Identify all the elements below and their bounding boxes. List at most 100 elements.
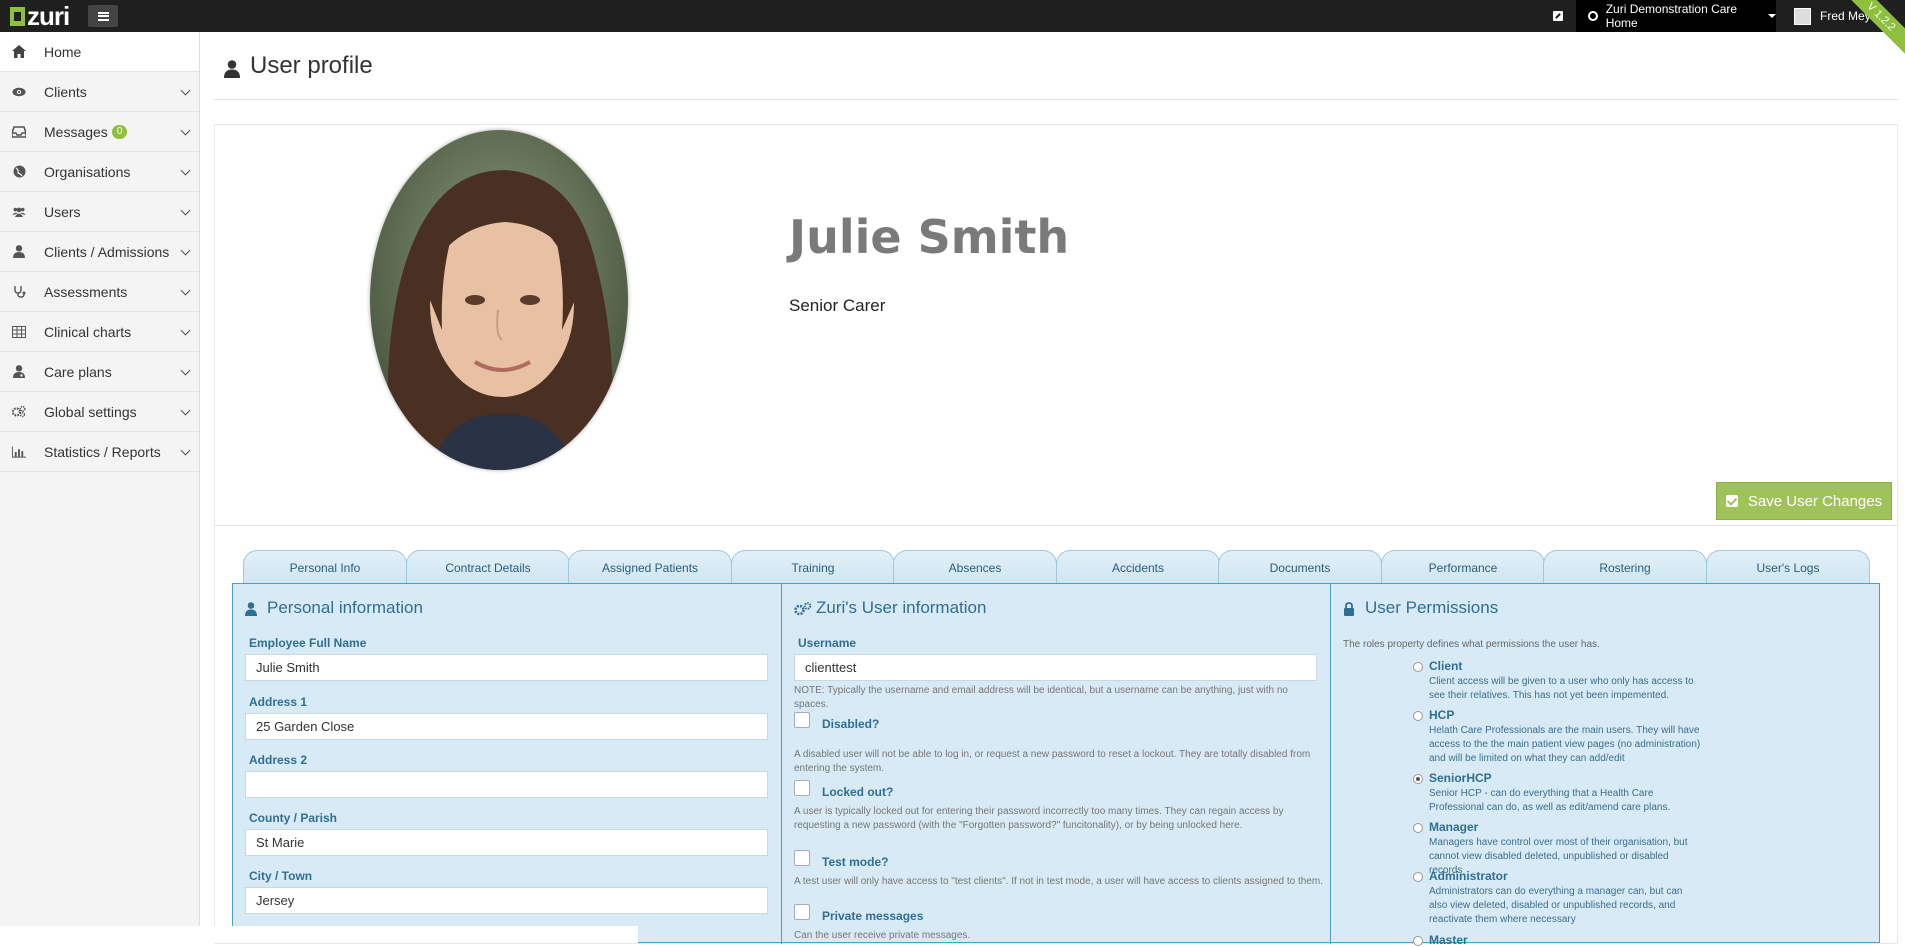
- check-square-icon: [1725, 495, 1738, 507]
- chevron-down-icon: [180, 165, 191, 176]
- role-master-radio[interactable]: [1413, 936, 1423, 946]
- private-messages-checkbox[interactable]: [794, 904, 810, 920]
- sidebar-item-assessments[interactable]: Assessments: [0, 272, 199, 312]
- sidebar-item-label: Assessments: [44, 283, 128, 300]
- table-icon: [12, 325, 26, 339]
- sidebar-item-label: Users: [44, 203, 81, 220]
- address-2-label: Address 2: [249, 753, 308, 767]
- role-seniorhcp-radio[interactable]: [1413, 774, 1423, 784]
- edit-icon[interactable]: [1553, 11, 1563, 21]
- role-client-radio[interactable]: [1413, 662, 1423, 672]
- sidebar-item-clients-admissions[interactable]: Clients / Admissions: [0, 232, 199, 272]
- test-mode-note: A test user will only have access to "te…: [794, 876, 1324, 887]
- chevron-down-icon: [180, 325, 191, 336]
- caret-down-icon: [1768, 14, 1776, 18]
- user-permissions-panel: User Permissions The roles property defi…: [1331, 584, 1880, 947]
- sidebar: Home Clients Messages 0 Organisations Us…: [0, 32, 200, 943]
- role-client-desc: Client access will be given to a user wh…: [1429, 676, 1694, 701]
- profile-photo-image: [370, 130, 628, 470]
- test-mode-checkbox[interactable]: [794, 850, 810, 866]
- sidebar-item-users[interactable]: Users: [0, 192, 199, 232]
- user-permissions-title: User Permissions: [1343, 598, 1498, 618]
- county-parish-input[interactable]: [245, 829, 768, 856]
- inbox-icon: [12, 125, 26, 139]
- tab-documents[interactable]: Documents: [1218, 550, 1382, 584]
- address-1-input[interactable]: [245, 713, 768, 740]
- header-divider: [214, 99, 1898, 100]
- address-2-input[interactable]: [245, 771, 768, 798]
- profile-photo[interactable]: [370, 130, 628, 470]
- role-hcp-label: HCP: [1429, 708, 1455, 722]
- users-icon: [12, 205, 26, 219]
- tab-users-logs[interactable]: User's Logs: [1706, 550, 1870, 584]
- user-icon: [245, 601, 259, 616]
- city-town-input[interactable]: [245, 887, 768, 914]
- logo-text: zuri: [27, 1, 70, 31]
- horizontal-scrollbar[interactable]: [0, 926, 638, 943]
- chevron-down-icon: [180, 245, 191, 256]
- tab-assigned-patients[interactable]: Assigned Patients: [568, 550, 732, 584]
- profile-job-title: Senior Carer: [789, 296, 886, 315]
- role-client-label: Client: [1429, 659, 1463, 673]
- permissions-intro: The roles property defines what permissi…: [1343, 639, 1600, 650]
- username-input[interactable]: [794, 654, 1317, 681]
- tab-absences[interactable]: Absences: [893, 550, 1057, 584]
- save-user-changes-button[interactable]: Save User Changes: [1716, 482, 1892, 520]
- sidebar-item-statistics-reports[interactable]: Statistics / Reports: [0, 432, 199, 472]
- disabled-checkbox[interactable]: [794, 712, 810, 728]
- tab-accidents[interactable]: Accidents: [1056, 550, 1220, 584]
- user-md-icon: [12, 365, 26, 379]
- sidebar-item-clients[interactable]: Clients: [0, 72, 199, 112]
- zuri-user-information-title: Zuri's User information: [794, 598, 986, 618]
- tab-performance[interactable]: Performance: [1381, 550, 1545, 584]
- sidebar-item-home[interactable]: Home: [0, 32, 199, 72]
- role-master-label: Master: [1429, 933, 1468, 947]
- username-note: NOTE: Typically the username and email a…: [794, 685, 1288, 710]
- chevron-down-icon: [180, 445, 191, 456]
- private-messages-note: Can the user receive private messages.: [794, 930, 971, 941]
- zuri-user-information-panel: Zuri's User information Username NOTE: T…: [782, 584, 1331, 944]
- user-icon: [224, 57, 242, 78]
- menu-toggle-button[interactable]: [88, 5, 118, 27]
- panel-title-text: User Permissions: [1365, 598, 1499, 617]
- tab-rostering[interactable]: Rostering: [1543, 550, 1707, 584]
- sidebar-item-messages[interactable]: Messages 0: [0, 112, 199, 152]
- user-icon: [12, 245, 26, 259]
- user-avatar: [1794, 7, 1811, 25]
- sidebar-item-care-plans[interactable]: Care plans: [0, 352, 199, 392]
- bar-chart-icon: [12, 445, 26, 459]
- tab-contract-details[interactable]: Contract Details: [406, 550, 570, 584]
- sidebar-item-global-settings[interactable]: Global settings: [0, 392, 199, 432]
- chevron-down-icon: [180, 405, 191, 416]
- sidebar-item-label: Clients / Admissions: [44, 243, 170, 260]
- address-1-label: Address 1: [249, 695, 308, 709]
- section-divider: [214, 525, 1898, 526]
- role-manager-label: Manager: [1429, 820, 1479, 834]
- sidebar-item-organisations[interactable]: Organisations: [0, 152, 199, 192]
- logo-mark-icon: [10, 6, 25, 26]
- sidebar-item-clinical-charts[interactable]: Clinical charts: [0, 312, 199, 352]
- role-seniorhcp-label: SeniorHCP: [1429, 771, 1492, 785]
- hamburger-icon: [97, 11, 109, 21]
- care-home-label: Zuri Demonstration Care Home: [1605, 2, 1738, 30]
- stethoscope-icon: [12, 285, 26, 299]
- care-home-selector[interactable]: Zuri Demonstration Care Home: [1576, 0, 1776, 32]
- chevron-down-icon: [180, 85, 191, 96]
- globe-icon: [12, 165, 26, 179]
- chevron-down-icon: [180, 205, 191, 216]
- role-administrator-radio[interactable]: [1413, 872, 1423, 882]
- sidebar-item-label: Statistics / Reports: [44, 443, 161, 460]
- employee-full-name-input[interactable]: [245, 654, 768, 681]
- chevron-down-icon: [180, 365, 191, 376]
- locked-out-checkbox[interactable]: [794, 780, 810, 796]
- zuri-logo[interactable]: zuri: [10, 1, 70, 31]
- care-home-icon: [1588, 11, 1598, 21]
- sidebar-item-label: Home: [44, 43, 82, 60]
- tab-training[interactable]: Training: [731, 550, 895, 584]
- lock-icon: [1343, 601, 1357, 616]
- tab-personal-info[interactable]: Personal Info: [243, 550, 407, 584]
- profile-full-name: Julie Smith: [789, 210, 1070, 264]
- role-manager-radio[interactable]: [1413, 823, 1423, 833]
- chevron-down-icon: [180, 285, 191, 296]
- role-hcp-radio[interactable]: [1413, 711, 1423, 721]
